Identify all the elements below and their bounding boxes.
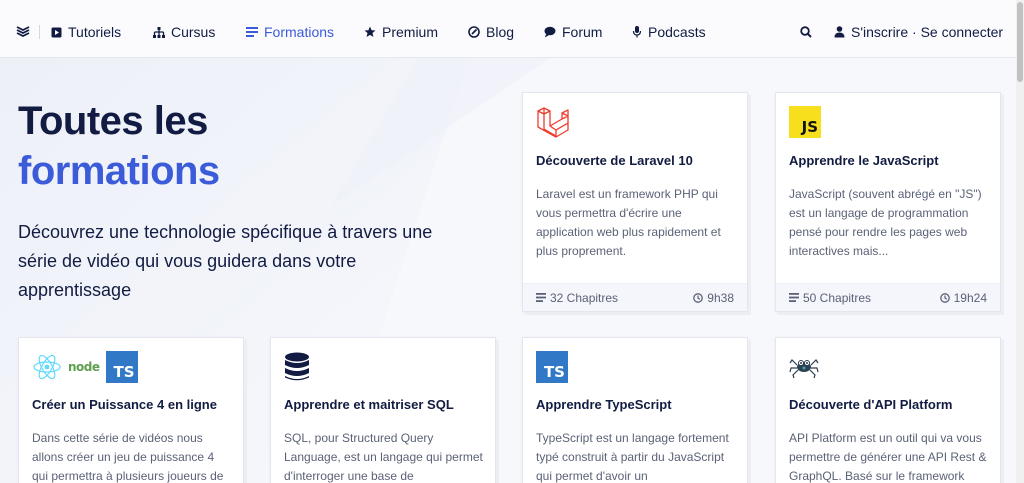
card-icon xyxy=(536,105,570,139)
page-description: Découvrez une technologie spécifique à t… xyxy=(18,222,433,300)
duration-label: 9h38 xyxy=(707,290,734,305)
nav-item-cursus[interactable]: Cursus xyxy=(153,24,215,40)
search-icon[interactable] xyxy=(800,26,812,38)
card-title: Apprendre le JavaScript xyxy=(789,153,939,168)
clock-icon xyxy=(939,292,950,303)
card-description: API Platform est un outil qui va vous pe… xyxy=(789,431,987,483)
pen-circle-icon xyxy=(468,26,480,38)
nodejs-icon: node xyxy=(68,360,100,374)
top-navbar: Tutoriels Cursus Formations Premium Blog… xyxy=(0,0,1016,58)
card-description: Dans cette série de vidéos nous allons c… xyxy=(32,431,224,483)
chapters-label: 32 Chapitres xyxy=(550,290,619,305)
card-description: TypeScript est un langage fortement typé… xyxy=(536,431,729,483)
sitemap-icon xyxy=(153,26,165,38)
formation-card-api-platform[interactable]: Découverte d'API Platform API Platform e… xyxy=(775,337,1001,483)
card-icon: JS xyxy=(789,105,821,139)
list-icon xyxy=(789,293,799,302)
nav-divider xyxy=(39,25,40,39)
chapters-count: 32 Chapitres xyxy=(536,291,618,305)
nav-item-blog[interactable]: Blog xyxy=(468,24,514,40)
card-icon: node TS xyxy=(32,350,138,384)
api-platform-spider-icon xyxy=(789,359,819,379)
formation-card-javascript[interactable]: JS Apprendre le JavaScript JavaScript (s… xyxy=(775,92,1001,312)
play-square-icon xyxy=(51,27,62,37)
nodejs-label: node xyxy=(68,360,100,374)
typescript-icon: TS xyxy=(536,351,568,383)
javascript-icon: JS xyxy=(789,106,821,138)
duration: 19h24 xyxy=(939,290,987,305)
nav-label: Premium xyxy=(382,24,439,40)
nav-label: Podcasts xyxy=(648,24,706,40)
nav-item-forum[interactable]: Forum xyxy=(544,24,602,40)
card-title: Découverte d'API Platform xyxy=(789,397,953,412)
nav-label: Tutoriels xyxy=(68,24,122,40)
card-icon xyxy=(789,350,819,384)
card-description: JavaScript (souvent abrégé en "JS") est … xyxy=(789,187,982,258)
laravel-icon xyxy=(537,107,569,138)
microphone-icon xyxy=(632,26,642,38)
nav-label: Forum xyxy=(562,24,603,40)
card-footer: 50 Chapitres 19h24 xyxy=(776,283,1000,311)
clock-icon xyxy=(693,292,704,303)
nav-item-tutoriels[interactable]: Tutoriels xyxy=(51,24,121,40)
nav-label: Formations xyxy=(264,24,335,40)
scrollbar[interactable] xyxy=(1016,0,1024,483)
list-icon xyxy=(246,27,258,37)
card-title: Découverte de Laravel 10 xyxy=(536,153,693,168)
page-title: Toutes les formations xyxy=(18,96,220,196)
typescript-icon: TS xyxy=(105,351,138,383)
duration: 9h38 xyxy=(693,291,734,305)
card-title: Créer un Puissance 4 en ligne xyxy=(32,397,217,412)
nav-item-premium[interactable]: Premium xyxy=(364,24,438,40)
scrollbar-thumb[interactable] xyxy=(1017,2,1023,82)
nav-label: Blog xyxy=(486,24,515,40)
card-footer: 32 Chapitres 9h38 xyxy=(523,283,747,311)
nav-label: Cursus xyxy=(171,24,216,40)
logo-icon[interactable] xyxy=(16,25,30,37)
page-title-line2: formations xyxy=(18,149,220,193)
card-description: SQL, pour Structured Query Language, est… xyxy=(284,431,483,483)
react-icon xyxy=(33,354,61,380)
card-icon xyxy=(284,350,310,384)
duration-label: 19h24 xyxy=(953,290,987,305)
formation-card-sql[interactable]: Apprendre et maitriser SQL SQL, pour Str… xyxy=(270,337,496,483)
card-description: Laravel est un framework PHP qui vous pe… xyxy=(536,187,721,258)
chat-bubble-icon xyxy=(544,26,556,38)
star-icon xyxy=(364,26,376,37)
auth-label: S'inscrire · Se connecter xyxy=(851,24,1004,40)
card-icon: TS xyxy=(536,350,568,384)
database-icon xyxy=(285,352,309,381)
nav-item-formations[interactable]: Formations xyxy=(246,24,334,40)
chapters-label: 50 Chapitres xyxy=(803,290,872,305)
card-title: Apprendre et maitriser SQL xyxy=(284,397,454,412)
formation-card-puissance4[interactable]: node TS Créer un Puissance 4 en ligne Da… xyxy=(18,337,244,483)
user-icon xyxy=(834,26,845,38)
card-title: Apprendre TypeScript xyxy=(536,397,672,412)
page-title-line1: Toutes les xyxy=(18,99,208,143)
auth-link[interactable]: S'inscrire · Se connecter xyxy=(834,24,1003,40)
chapters-count: 50 Chapitres xyxy=(789,291,871,305)
formation-card-laravel[interactable]: Découverte de Laravel 10 Laravel est un … xyxy=(522,92,748,312)
nav-item-podcasts[interactable]: Podcasts xyxy=(632,24,706,40)
list-icon xyxy=(536,293,546,302)
formation-card-typescript[interactable]: TS Apprendre TypeScript TypeScript est u… xyxy=(522,337,748,483)
